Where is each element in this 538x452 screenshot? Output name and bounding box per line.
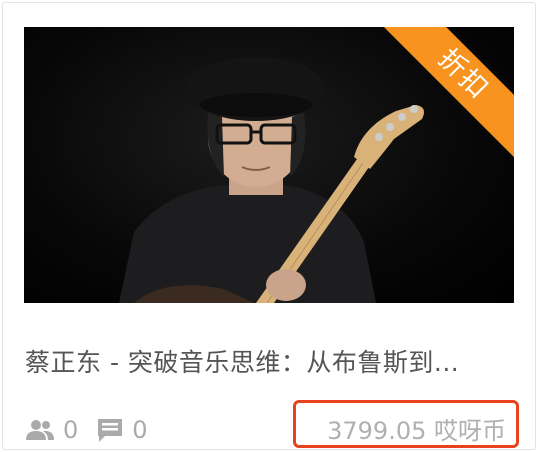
students-stat: 0	[25, 416, 78, 444]
course-price: 3799.05 哎呀币	[327, 417, 506, 445]
students-count: 0	[63, 416, 79, 444]
price-highlight: 3799.05 哎呀币	[293, 400, 519, 448]
comment-icon	[98, 419, 123, 442]
course-title[interactable]: 蔡正东 - 突破音乐思维：从布鲁斯到...	[25, 343, 521, 379]
comments-stat: 0	[96, 416, 148, 444]
comments-count: 0	[132, 416, 148, 444]
course-cover-image[interactable]: 折扣	[24, 27, 514, 303]
course-card[interactable]: 折扣 蔡正东 - 突破音乐思维：从布鲁斯到... 0 0 3799.05 哎呀币	[2, 2, 536, 450]
people-icon	[26, 420, 54, 440]
course-stats: 0 0	[25, 413, 166, 447]
